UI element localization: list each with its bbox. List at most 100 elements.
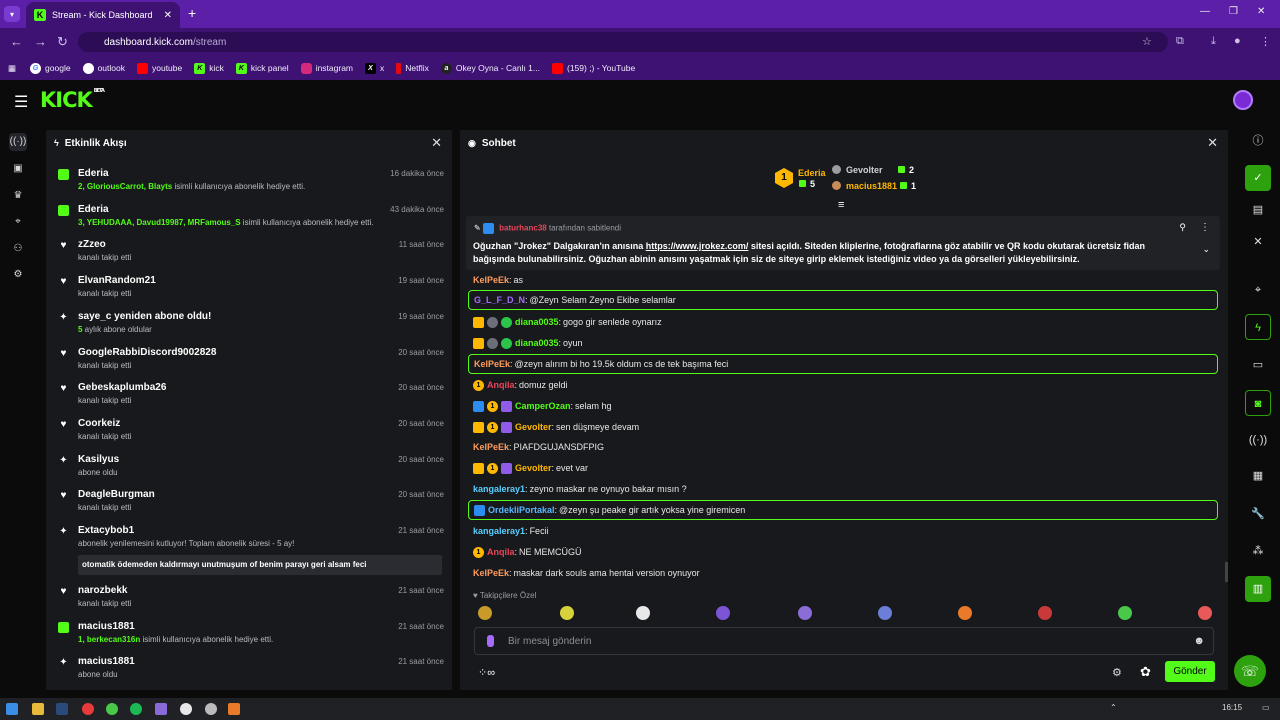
chat-username[interactable]: OrdekliPortakal	[488, 505, 555, 515]
chat-username[interactable]: G_L_F_D_N	[474, 295, 525, 305]
send-button[interactable]: Gönder	[1165, 661, 1215, 682]
emote-icon[interactable]	[1038, 606, 1052, 620]
profile-icon[interactable]: ●	[1234, 35, 1241, 47]
download-icon[interactable]: ⤓	[1211, 35, 1216, 48]
minimize-icon[interactable]: —	[1200, 6, 1210, 17]
pinned-link[interactable]: https://www.jrokez.com/	[646, 241, 749, 251]
window-close-icon[interactable]: ✕	[1257, 6, 1265, 17]
new-tab-icon[interactable]: +	[188, 5, 196, 21]
bookmark-google[interactable]: Ggoogle	[30, 62, 71, 74]
emote-icon[interactable]	[478, 606, 492, 620]
tab-close-icon[interactable]: ✕	[164, 10, 172, 21]
chat-username[interactable]: KelPeEk	[473, 442, 509, 452]
chat-tools-icon[interactable]: ⁘∞	[478, 666, 495, 679]
chat-username[interactable]: Anqila	[487, 380, 515, 390]
emote-icon[interactable]	[1198, 606, 1212, 620]
capture-icon[interactable]: ⌖	[9, 213, 27, 231]
bookmark-kick[interactable]: Kkick	[194, 62, 224, 74]
opera-icon[interactable]	[82, 703, 94, 715]
capture-icon[interactable]: ⌖	[1245, 277, 1271, 303]
event-name[interactable]: GoogleRabbiDiscord9002828	[78, 347, 216, 358]
chat-username[interactable]: kangaleray1	[473, 484, 525, 494]
unpin-icon[interactable]: ⚲	[1179, 222, 1186, 233]
info-icon[interactable]: ⓘ	[1245, 128, 1271, 154]
emote-icon[interactable]	[798, 606, 812, 620]
event-name[interactable]: Coorkeiz	[78, 418, 120, 429]
chat-username[interactable]: Gevolter	[515, 422, 552, 432]
hamburger-menu-icon[interactable]: ☰	[14, 92, 28, 112]
bookmark-outlook[interactable]: outlook	[82, 62, 125, 74]
bookmark-youtube[interactable]: youtube	[136, 62, 182, 74]
support-chat-icon[interactable]: ☏	[1234, 655, 1266, 687]
emote-icon[interactable]	[1118, 606, 1132, 620]
explorer-icon[interactable]	[32, 703, 44, 715]
event-name[interactable]: narozbekk	[78, 585, 127, 596]
chrome-active-icon[interactable]	[180, 703, 192, 715]
emote-icon[interactable]	[636, 606, 650, 620]
event-name[interactable]: macius1881	[78, 656, 135, 667]
activity-icon[interactable]: ϟ	[1245, 314, 1271, 340]
dashboard-icon[interactable]: ▦	[1245, 463, 1271, 489]
event-name[interactable]: Ederia	[78, 168, 109, 179]
start-icon[interactable]	[6, 703, 18, 715]
community-icon[interactable]: ⚇	[9, 240, 27, 258]
extensions-icon[interactable]: ⧉	[1176, 35, 1184, 48]
chat-username[interactable]: KelPeEk	[473, 568, 509, 578]
share-icon[interactable]: ⁂	[1245, 538, 1271, 564]
steam-icon[interactable]	[56, 703, 68, 715]
chat-username[interactable]: KelPeEk	[473, 275, 509, 285]
chat-username[interactable]: Gevolter	[515, 463, 552, 473]
trophy-icon[interactable]: ♛	[9, 187, 27, 205]
bookmark-star-icon[interactable]: ☆	[1142, 35, 1152, 48]
browser-tab[interactable]: K Stream - Kick Dashboard ✕	[26, 2, 180, 28]
chat-scrollbar[interactable]	[1225, 562, 1228, 582]
layout-icon[interactable]: ▤	[1245, 197, 1271, 223]
bookmark-youtube-2[interactable]: (159) ;) - YouTube	[551, 62, 635, 74]
notification-icon[interactable]: ▭	[1262, 703, 1270, 712]
user-avatar[interactable]	[1233, 90, 1253, 110]
chat-close-icon[interactable]: ✕	[1207, 135, 1218, 151]
chat-icon[interactable]: ◙	[1245, 390, 1271, 416]
pin-menu-icon[interactable]: ⋮	[1200, 222, 1210, 233]
leader-name[interactable]: Gevolter	[846, 165, 883, 175]
bookmark-instagram[interactable]: instagram	[300, 62, 353, 74]
event-name[interactable]: macius1881	[78, 621, 135, 632]
pinned-by-user[interactable]: baturhanc38	[499, 224, 547, 233]
apps-icon[interactable]: ▦	[8, 63, 16, 74]
chrome-icon[interactable]	[106, 703, 118, 715]
chat-username[interactable]: diana0035	[515, 317, 559, 327]
chat-username[interactable]: kangaleray1	[473, 526, 525, 536]
clapper-icon[interactable]: ▥	[1245, 576, 1271, 602]
back-icon[interactable]: ←	[10, 34, 23, 49]
analytics-icon[interactable]: ▣	[9, 160, 27, 178]
chat-username[interactable]: Anqila	[487, 547, 515, 557]
emoji-icon[interactable]: ☻	[1193, 635, 1205, 647]
pin-collapse-icon[interactable]: ⌄	[1202, 244, 1210, 255]
event-name[interactable]: Gebeskaplumba26	[78, 382, 166, 393]
emote-icon[interactable]	[878, 606, 892, 620]
event-name[interactable]: Kasilyus	[78, 454, 119, 465]
restore-icon[interactable]: ❐	[1229, 6, 1238, 17]
event-name[interactable]: saye_c yeniden abone oldu!	[78, 311, 211, 322]
gift-sub-icon[interactable]: ✿	[1140, 664, 1151, 680]
spotify-icon[interactable]	[130, 703, 142, 715]
broadcast-icon[interactable]: ((·))	[1245, 427, 1271, 453]
chat-username[interactable]: KelPeEk	[474, 359, 510, 369]
url-input[interactable]: dashboard.kick.com/stream	[78, 32, 1168, 52]
wrench-icon[interactable]: 🔧	[1245, 501, 1271, 527]
event-name[interactable]: ElvanRandom21	[78, 275, 156, 286]
emote-icon[interactable]	[958, 606, 972, 620]
expand-leaderboard-icon[interactable]: ≡	[838, 199, 844, 211]
microphone-icon[interactable]	[487, 635, 494, 647]
bookmark-kick-panel[interactable]: Kkick panel	[235, 62, 289, 74]
notes-icon[interactable]: ▭	[1245, 352, 1271, 378]
event-name[interactable]: Extacybob1	[78, 525, 134, 536]
bookmark-netflix[interactable]: Netflix	[396, 62, 429, 74]
broadcast-icon[interactable]: ((·))	[9, 133, 27, 151]
reload-icon[interactable]: ↻	[57, 34, 68, 50]
kick-logo[interactable]: KICK BETA	[40, 88, 105, 112]
bookmark-okey[interactable]: a Okey Oyna - Canlı 1...	[440, 62, 540, 74]
bookmark-x[interactable]: Xx	[365, 62, 384, 74]
app-icon[interactable]	[205, 703, 217, 715]
event-name[interactable]: zZzeo	[78, 239, 106, 250]
